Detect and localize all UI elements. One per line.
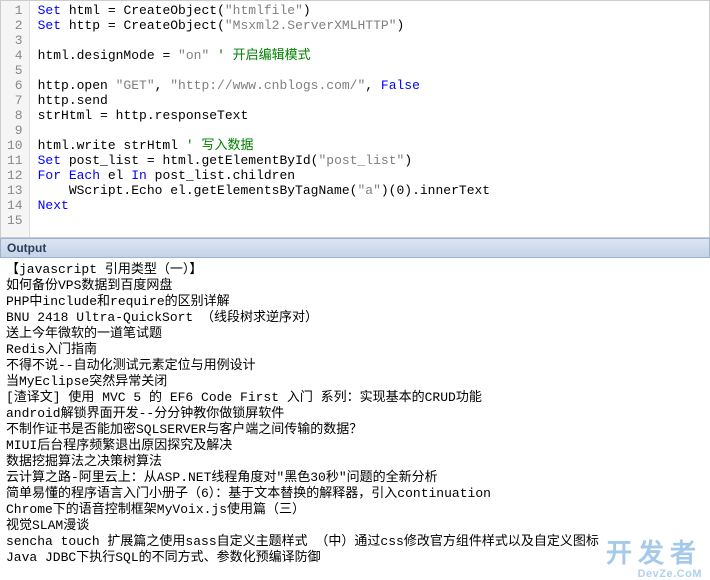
- code-line[interactable]: Set post_list = html.getElementById("pos…: [38, 153, 701, 168]
- output-line: Chrome下的语音控制框架MyVoix.js使用篇（三）: [6, 502, 704, 518]
- line-number: 12: [7, 168, 23, 183]
- output-line: 不得不说--自动化测试元素定位与用例设计: [6, 358, 704, 374]
- output-line: BNU 2418 Ultra-QuickSort （线段树求逆序对）: [6, 310, 704, 326]
- output-line: sencha touch 扩展篇之使用sass自定义主题样式 （中）通过css修…: [6, 534, 704, 550]
- line-number-gutter: 123456789101112131415: [1, 1, 30, 237]
- code-line[interactable]: For Each el In post_list.children: [38, 168, 701, 183]
- output-panel-body[interactable]: 【javascript 引用类型（一）】如何备份VPS数据到百度网盘PHP中in…: [0, 258, 710, 570]
- output-line: 【javascript 引用类型（一）】: [6, 262, 704, 278]
- output-line: Java JDBC下执行SQL的不同方式、参数化预编译防御: [6, 550, 704, 566]
- code-line[interactable]: WScript.Echo el.getElementsByTagName("a"…: [38, 183, 701, 198]
- output-line: PHP中include和require的区别详解: [6, 294, 704, 310]
- output-line: 如何备份VPS数据到百度网盘: [6, 278, 704, 294]
- code-line[interactable]: strHtml = http.responseText: [38, 108, 701, 123]
- output-line: 不制作证书是否能加密SQLSERVER与客户端之间传输的数据？: [6, 422, 704, 438]
- code-area[interactable]: Set html = CreateObject("htmlfile")Set h…: [30, 1, 709, 237]
- line-number: 2: [7, 18, 23, 33]
- line-number: 10: [7, 138, 23, 153]
- code-line[interactable]: http.send: [38, 93, 701, 108]
- line-number: 1: [7, 3, 23, 18]
- code-line[interactable]: html.designMode = "on" ' 开启编辑模式: [38, 48, 701, 63]
- line-number: 13: [7, 183, 23, 198]
- line-number: 7: [7, 93, 23, 108]
- code-line[interactable]: Next: [38, 198, 701, 213]
- code-line[interactable]: Set http = CreateObject("Msxml2.ServerXM…: [38, 18, 701, 33]
- line-number: 9: [7, 123, 23, 138]
- code-line[interactable]: [38, 63, 701, 78]
- code-editor[interactable]: 123456789101112131415 Set html = CreateO…: [0, 0, 710, 238]
- code-line[interactable]: [38, 33, 701, 48]
- code-line[interactable]: html.write strHtml ' 写入数据: [38, 138, 701, 153]
- line-number: 15: [7, 213, 23, 228]
- output-line: MIUI后台程序频繁退出原因探究及解决: [6, 438, 704, 454]
- output-line: 云计算之路-阿里云上：从ASP.NET线程角度对"黑色30秒"问题的全新分析: [6, 470, 704, 486]
- line-number: 14: [7, 198, 23, 213]
- output-line: 当MyEclipse突然异常关闭: [6, 374, 704, 390]
- output-line: 数据挖掘算法之决策树算法: [6, 454, 704, 470]
- line-number: 11: [7, 153, 23, 168]
- output-title: Output: [7, 241, 46, 255]
- output-line: android解锁界面开发--分分钟教你做锁屏软件: [6, 406, 704, 422]
- output-line: Redis入门指南: [6, 342, 704, 358]
- code-line[interactable]: http.open "GET", "http://www.cnblogs.com…: [38, 78, 701, 93]
- output-line: 送上今年微软的一道笔试题: [6, 326, 704, 342]
- line-number: 3: [7, 33, 23, 48]
- code-line[interactable]: Set html = CreateObject("htmlfile"): [38, 3, 701, 18]
- output-line: 简单易懂的程序语言入门小册子（6）：基于文本替换的解释器，引入continuat…: [6, 486, 704, 502]
- output-panel-header[interactable]: Output: [0, 238, 710, 258]
- code-line[interactable]: [38, 123, 701, 138]
- output-line: [渣译文] 使用 MVC 5 的 EF6 Code First 入门 系列：实现…: [6, 390, 704, 406]
- line-number: 8: [7, 108, 23, 123]
- code-line[interactable]: [38, 213, 701, 228]
- output-line: 视觉SLAM漫谈: [6, 518, 704, 534]
- line-number: 5: [7, 63, 23, 78]
- line-number: 6: [7, 78, 23, 93]
- line-number: 4: [7, 48, 23, 63]
